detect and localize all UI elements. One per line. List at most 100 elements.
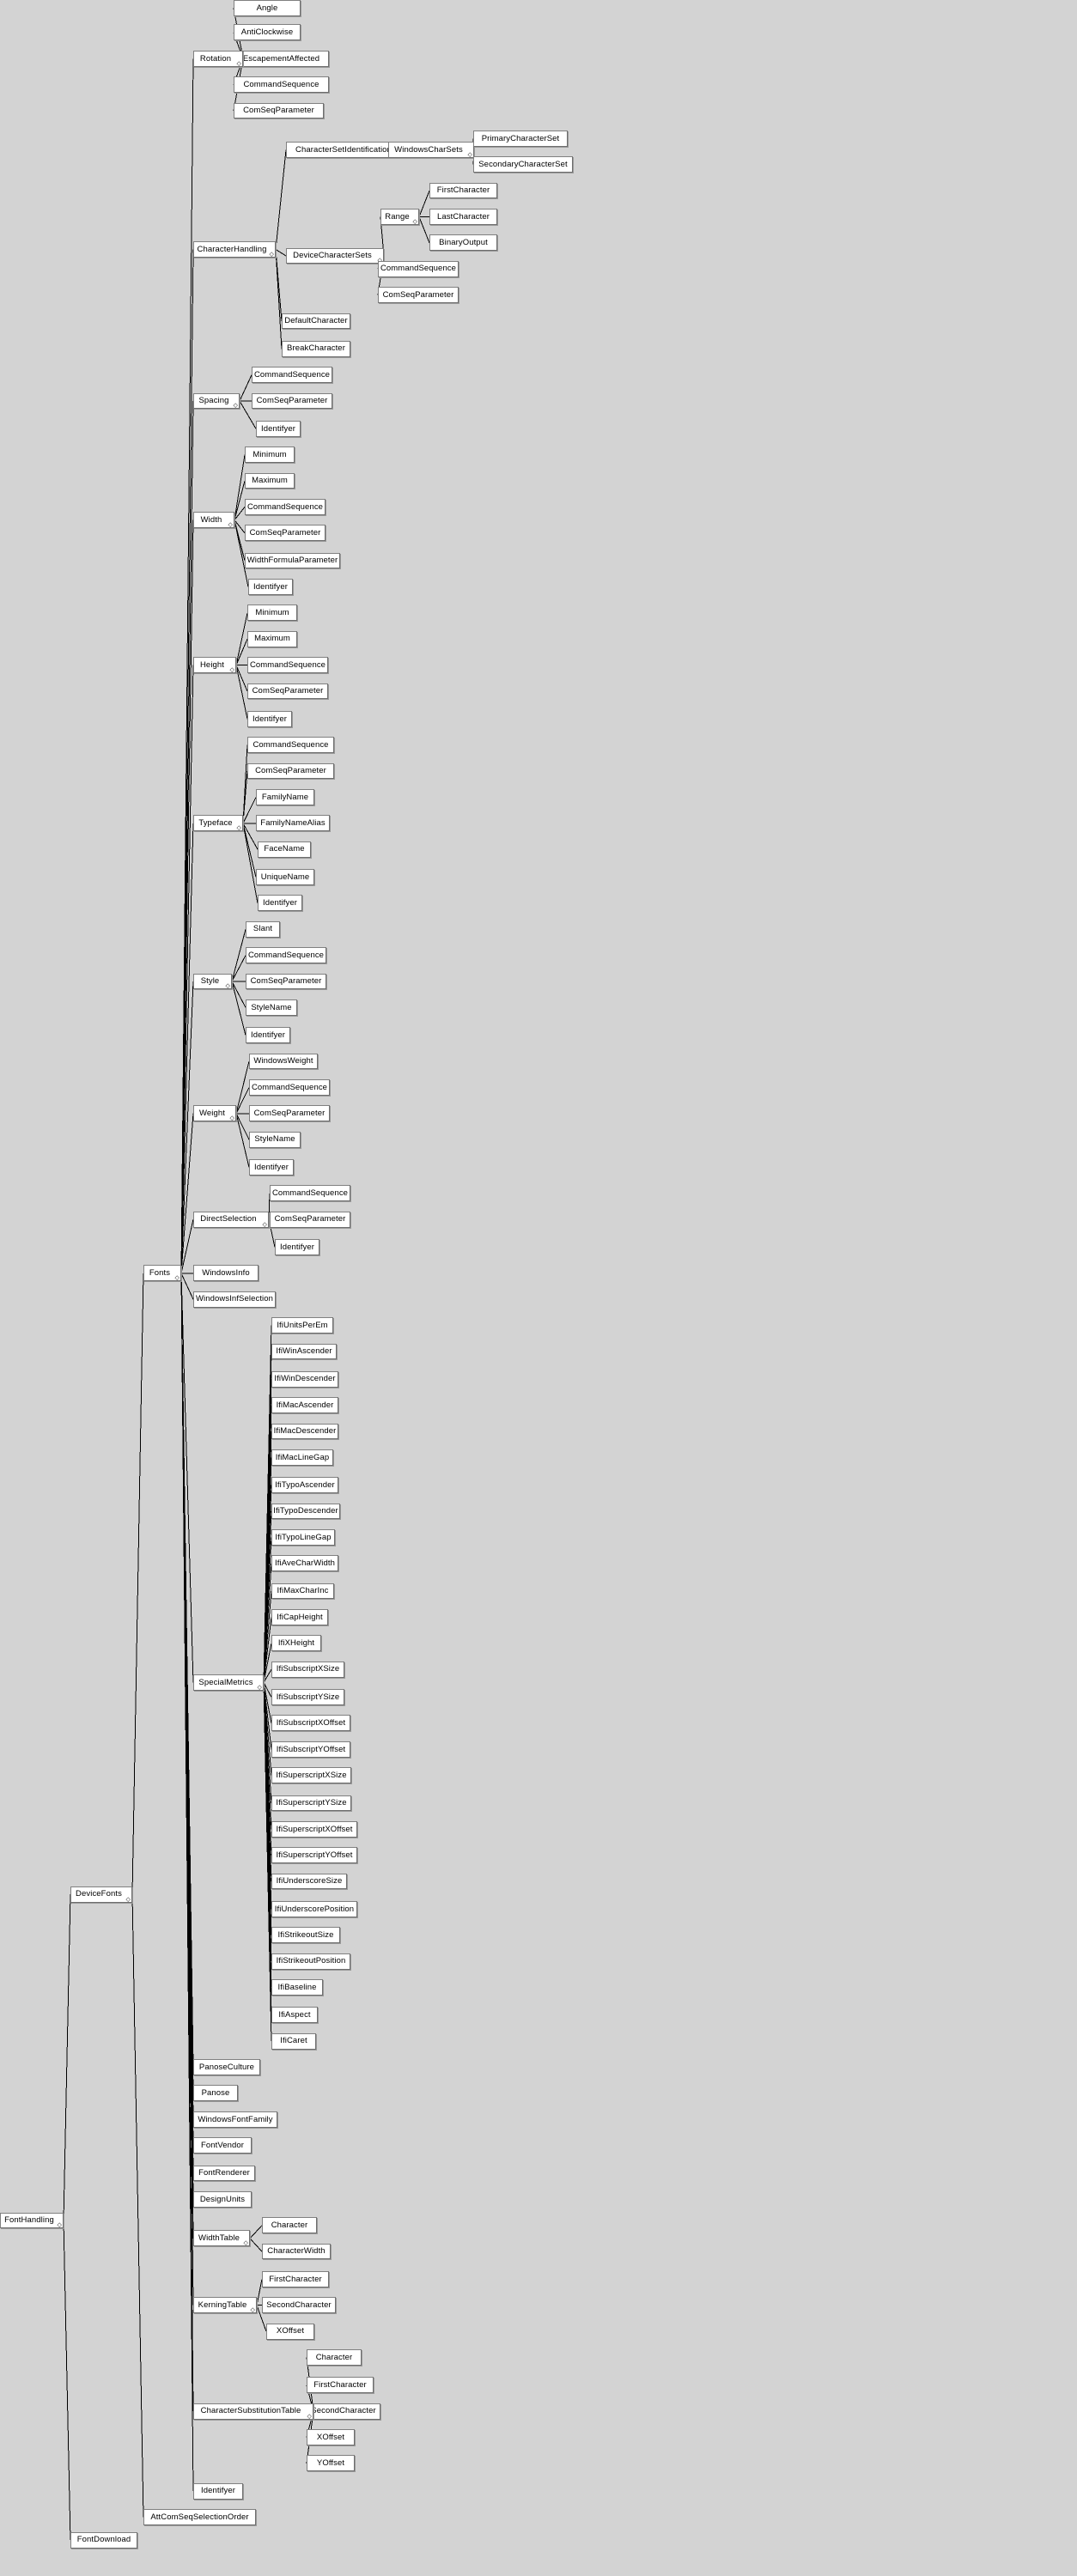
tree-node-width-formula-parameter[interactable]: WidthFormulaParameter — [245, 552, 340, 569]
tree-node-ifi-units-per-em[interactable]: IfiUnitsPerEm — [271, 1317, 333, 1334]
tree-node-att-com-seq-selection-order[interactable]: AttComSeqSelectionOrder — [143, 2509, 256, 2525]
tree-node-rotation[interactable]: Rotation ◇ — [193, 50, 243, 67]
tree-node-character[interactable]: Character — [307, 2349, 362, 2366]
tree-node-ifi-ave-char-width[interactable]: IfiAveCharWidth — [271, 1555, 338, 1572]
tree-node-com-seq-parameter[interactable]: ComSeqParameter — [252, 392, 332, 410]
tree-node-spacing[interactable]: Spacing ◇ — [193, 392, 240, 410]
tree-node-com-seq-parameter[interactable]: ComSeqParameter — [234, 102, 324, 119]
tree-node-ifi-subscript-yoffset[interactable]: IfiSubscriptYOffset — [271, 1741, 350, 1758]
tree-node-second-character[interactable]: SecondCharacter — [307, 2403, 380, 2420]
tree-node-direct-selection[interactable]: DirectSelection ◇ — [193, 1211, 269, 1228]
tree-node-ifi-mac-descender[interactable]: IfiMacDescender — [271, 1423, 338, 1440]
tree-node-ifi-subscript-xoffset[interactable]: IfiSubscriptXOffset — [271, 1715, 350, 1732]
tree-node-xoffset[interactable]: XOffset — [307, 2429, 355, 2445]
tree-node-ifi-subscript-xsize[interactable]: IfiSubscriptXSize — [271, 1661, 344, 1678]
expand-diamond-icon[interactable]: ◇ — [230, 667, 234, 673]
tree-node-ifi-superscript-xoffset[interactable]: IfiSuperscriptXOffset — [271, 1820, 357, 1838]
tree-node-range[interactable]: Range ◇ — [380, 209, 419, 225]
tree-node-identifyer[interactable]: Identifyer — [246, 1027, 290, 1044]
expand-diamond-icon[interactable]: ◇ — [234, 403, 238, 409]
expand-diamond-icon[interactable]: ◇ — [251, 2307, 255, 2313]
expand-diamond-icon[interactable]: ◇ — [175, 1275, 180, 1281]
tree-node-width-table[interactable]: WidthTable ◇ — [193, 2230, 250, 2247]
tree-node-ifi-win-ascender[interactable]: IfiWinAscender — [271, 1343, 337, 1360]
tree-node-ifi-mac-line-gap[interactable]: IfiMacLineGap — [271, 1449, 333, 1466]
expand-diamond-icon[interactable]: ◇ — [270, 251, 274, 258]
tree-node-ifi-superscript-xsize[interactable]: IfiSuperscriptXSize — [271, 1767, 351, 1784]
tree-node-minimum[interactable]: Minimum — [247, 605, 297, 622]
tree-node-panose-culture[interactable]: PanoseCulture — [193, 2059, 260, 2075]
expand-diamond-icon[interactable]: ◇ — [58, 2222, 62, 2228]
tree-node-command-sequence[interactable]: CommandSequence — [249, 1078, 330, 1096]
expand-diamond-icon[interactable]: ◇ — [237, 60, 241, 67]
tree-node-com-seq-parameter[interactable]: ComSeqParameter — [247, 683, 328, 700]
tree-node-design-units[interactable]: DesignUnits — [193, 2190, 252, 2208]
tree-node-style-name[interactable]: StyleName — [249, 1131, 301, 1148]
tree-node-maximum[interactable]: Maximum — [245, 472, 295, 489]
tree-node-style-name[interactable]: StyleName — [246, 999, 297, 1016]
tree-node-binary-output[interactable]: BinaryOutput — [429, 234, 497, 252]
tree-node-ifi-baseline[interactable]: IfiBaseline — [271, 1979, 323, 1996]
tree-node-command-sequence[interactable]: CommandSequence — [247, 657, 328, 674]
tree-node-ifi-caret[interactable]: IfiCaret — [271, 2032, 316, 2050]
tree-node-command-sequence[interactable]: CommandSequence — [234, 76, 329, 94]
tree-node-ifi-superscript-yoffset[interactable]: IfiSuperscriptYOffset — [271, 1847, 357, 1864]
tree-node-com-seq-parameter[interactable]: ComSeqParameter — [378, 287, 459, 303]
tree-node-com-seq-parameter[interactable]: ComSeqParameter — [249, 1105, 330, 1122]
tree-node-angle[interactable]: Angle — [234, 0, 301, 16]
tree-node-command-sequence[interactable]: CommandSequence — [245, 499, 326, 515]
tree-node-command-sequence[interactable]: CommandSequence — [270, 1185, 350, 1202]
tree-node-com-seq-parameter[interactable]: ComSeqParameter — [245, 525, 326, 542]
expand-diamond-icon[interactable]: ◇ — [307, 2413, 312, 2420]
tree-node-escapement-affected[interactable]: EscapementAffected — [234, 50, 329, 67]
tree-node-width[interactable]: Width ◇ — [193, 512, 234, 529]
tree-node-character[interactable]: Character — [262, 2217, 317, 2234]
expand-diamond-icon[interactable]: ◇ — [237, 825, 241, 831]
tree-node-windows-inf-selection[interactable]: WindowsInfSelection — [193, 1291, 276, 1308]
tree-node-windows-font-family[interactable]: WindowsFontFamily — [193, 2111, 277, 2128]
tree-node-panose[interactable]: Panose — [193, 2085, 238, 2102]
tree-node-font-download[interactable]: FontDownload — [70, 2531, 137, 2549]
tree-node-minimum[interactable]: Minimum — [245, 447, 295, 464]
expand-diamond-icon[interactable]: ◇ — [263, 1221, 267, 1228]
tree-node-ifi-win-descender[interactable]: IfiWinDescender — [271, 1370, 338, 1388]
tree-node-height[interactable]: Height ◇ — [193, 657, 236, 674]
tree-node-ifi-max-char-inc[interactable]: IfiMaxCharInc — [271, 1583, 334, 1600]
tree-node-ifi-mac-ascender[interactable]: IfiMacAscender — [271, 1397, 338, 1414]
tree-node-ifi-cap-height[interactable]: IfiCapHeight — [271, 1609, 328, 1625]
tree-node-break-character[interactable]: BreakCharacter — [282, 340, 350, 357]
tree-node-kerning-table[interactable]: KerningTable ◇ — [193, 2297, 257, 2314]
tree-node-ifi-strikeout-position[interactable]: IfiStrikeoutPosition — [271, 1953, 350, 1970]
expand-diamond-icon[interactable]: ◇ — [228, 522, 233, 528]
tree-node-ifi-subscript-ysize[interactable]: IfiSubscriptYSize — [271, 1689, 344, 1705]
tree-node-font-handling[interactable]: FontHandling ◇ — [0, 2212, 64, 2229]
tree-node-com-seq-parameter[interactable]: ComSeqParameter — [247, 762, 334, 780]
tree-node-com-seq-parameter[interactable]: ComSeqParameter — [270, 1211, 350, 1228]
tree-node-slant[interactable]: Slant — [246, 920, 280, 938]
tree-node-ifi-underscore-position[interactable]: IfiUnderscorePosition — [271, 1900, 357, 1917]
tree-node-ifi-superscript-ysize[interactable]: IfiSuperscriptYSize — [271, 1795, 351, 1812]
tree-node-identifyer[interactable]: Identifyer — [275, 1239, 319, 1255]
tree-node-ifi-aspect[interactable]: IfiAspect — [271, 2007, 318, 2024]
expand-diamond-icon[interactable]: ◇ — [230, 1115, 234, 1121]
tree-node-style[interactable]: Style ◇ — [193, 973, 232, 990]
tree-node-device-fonts[interactable]: DeviceFonts ◇ — [70, 1886, 132, 1903]
tree-node-identifyer[interactable]: Identifyer — [247, 710, 292, 727]
tree-node-command-sequence[interactable]: CommandSequence — [246, 947, 326, 963]
tree-node-device-character-sets[interactable]: DeviceCharacterSets◇ — [286, 247, 384, 264]
expand-diamond-icon[interactable]: ◇ — [226, 983, 230, 989]
tree-node-face-name[interactable]: FaceName — [258, 841, 311, 858]
tree-node-command-sequence[interactable]: CommandSequence — [252, 367, 332, 384]
tree-node-character-handling[interactable]: CharacterHandling ◇ — [193, 241, 276, 258]
tree-node-ifi-typo-ascender[interactable]: IfiTypoAscender — [271, 1477, 338, 1494]
tree-node-last-character[interactable]: LastCharacter — [429, 209, 497, 225]
tree-node-command-sequence[interactable]: CommandSequence — [247, 737, 334, 754]
tree-node-family-name-alias[interactable]: FamilyNameAlias — [256, 815, 330, 832]
expand-diamond-icon[interactable]: ◇ — [413, 218, 417, 225]
tree-node-first-character[interactable]: FirstCharacter — [429, 182, 497, 199]
tree-node-primary-character-set[interactable]: PrimaryCharacterSet — [473, 130, 568, 147]
tree-node-windows-info[interactable]: WindowsInfo — [193, 1265, 259, 1282]
tree-node-fonts[interactable]: Fonts ◇ — [143, 1265, 181, 1282]
expand-diamond-icon[interactable]: ◇ — [244, 2240, 248, 2246]
tree-node-windows-char-sets[interactable]: WindowsCharSets ◇ — [388, 142, 474, 159]
